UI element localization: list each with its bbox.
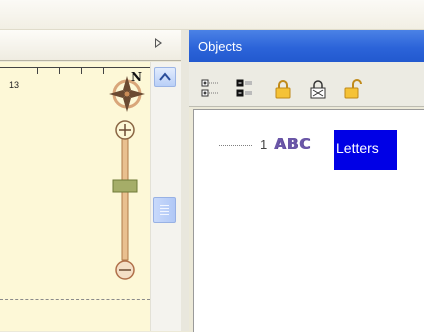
scroll-up-button[interactable] [154, 67, 176, 87]
triangle-right-icon[interactable] [155, 38, 162, 48]
zoom-slider-thumb [112, 179, 138, 193]
ruler-tick [81, 67, 82, 74]
panel-splitter[interactable] [181, 30, 189, 331]
ruler-tick [103, 67, 104, 74]
tree-connector [219, 145, 252, 146]
ruler-tick [37, 67, 38, 74]
map-vertical-scrollbar[interactable] [150, 62, 181, 331]
expand-tree-icon[interactable] [201, 79, 219, 97]
map-ruler [0, 67, 150, 68]
window-top-bar [0, 0, 424, 30]
objects-toolbar [189, 62, 424, 107]
map-grid-line [0, 299, 150, 300]
zoom-slider[interactable] [105, 118, 145, 290]
compass-icon[interactable]: N [105, 69, 151, 115]
lock-icon[interactable] [273, 79, 293, 99]
objects-panel-title: Objects [198, 39, 243, 54]
collapse-tree-icon[interactable] [236, 79, 254, 97]
tree-item-label-selected[interactable]: Letters [334, 130, 397, 170]
scroll-thumb[interactable] [153, 197, 176, 223]
tree-item-label: Letters [336, 140, 379, 156]
chevron-up-icon [159, 72, 171, 81]
ruler-tick [59, 67, 60, 74]
text-object-icon: ABC [274, 135, 312, 153]
compass-north-label: N [131, 70, 142, 84]
lock-selected-icon[interactable] [308, 79, 328, 99]
objects-panel-header: Objects [189, 30, 424, 62]
objects-tree[interactable]: 1 ABC Letters [193, 109, 424, 332]
tree-item-index: 1 [260, 137, 268, 152]
map-panel-header [0, 30, 181, 61]
ruler-label: 13 [9, 80, 20, 90]
unlock-icon[interactable] [343, 79, 363, 99]
